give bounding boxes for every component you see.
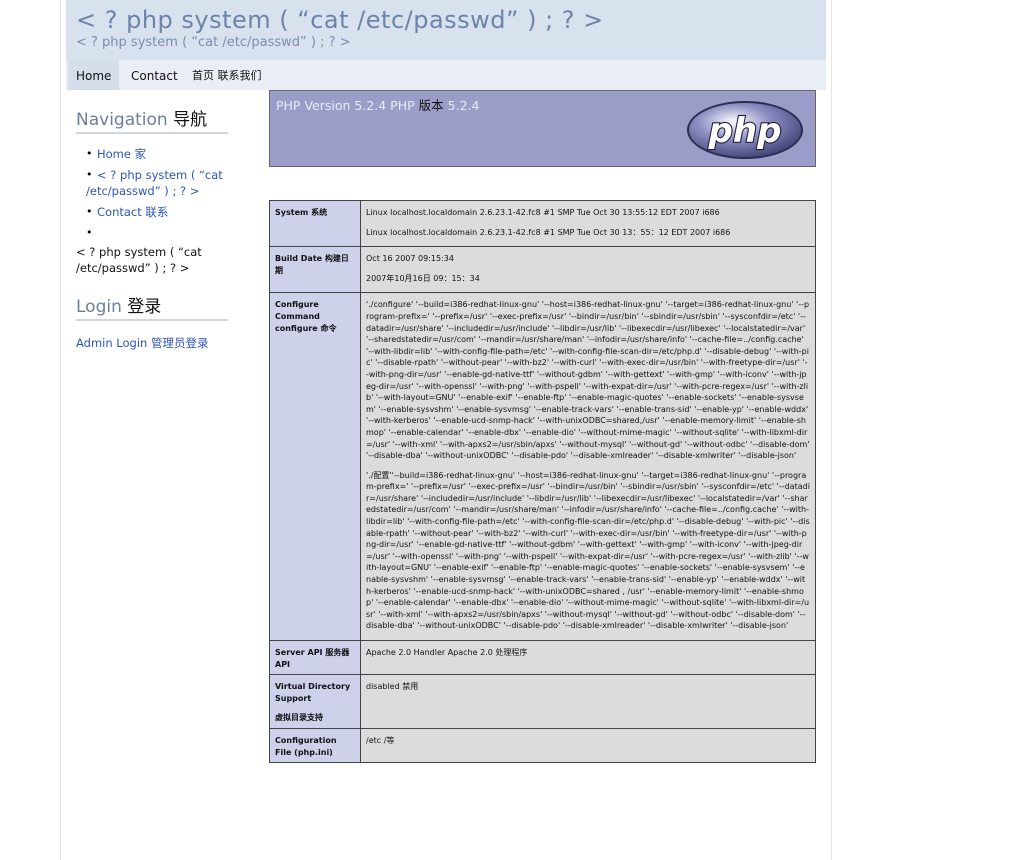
- info-key: Server API 服务器 API: [275, 648, 350, 669]
- info-value-cell: /etc /等: [360, 727, 816, 764]
- site-title: < ? php system ( “cat /etc/passwd” ) ; ?…: [76, 6, 604, 34]
- sidebar-nav-list: • Home 家 • < ? php system ( “cat /etc/pa…: [76, 146, 228, 239]
- site-header: < ? php system ( “cat /etc/passwd” ) ; ?…: [66, 0, 826, 60]
- info-key-cell: System 系统: [269, 199, 361, 248]
- info-row: Virtual Directory Support 虚拟目录支持 disabled …: [269, 674, 816, 729]
- info-value-cell: Apache 2.0 Handler Apache 2.0 处理程序: [360, 639, 816, 676]
- sidebar-item-label[interactable]: Contact 联系: [97, 205, 168, 219]
- sidebar-item-contact[interactable]: • Contact 联系: [76, 204, 228, 220]
- info-key-cell: Server API 服务器 API: [269, 639, 361, 676]
- info-row: Build Date 构建日期 Oct 16 2007 09:15:34 2007年…: [269, 246, 816, 294]
- info-key: Configuration File (php.ini): [275, 735, 337, 757]
- info-key: Build Date 构建日期: [275, 254, 349, 275]
- admin-login-link[interactable]: Admin Login 管理员登录: [76, 335, 228, 351]
- php-version-number: 5.2.4: [447, 98, 480, 113]
- info-value-cell: Linux localhost.localdomain 2.6.23.1-42.…: [360, 199, 816, 248]
- nav-extra-text[interactable]: 首页 联系我们: [192, 60, 262, 90]
- info-row: Configure Command configure 命令 './configu…: [269, 292, 816, 641]
- info-key-cell: Build Date 构建日期: [269, 246, 361, 294]
- php-logo-icon: php: [687, 101, 803, 159]
- sidebar-item-empty: •: [76, 225, 228, 239]
- login-heading-text: Login: [76, 297, 122, 317]
- info-key-sub: 虚拟目录支持: [275, 713, 323, 723]
- info-key: Virtual Directory Support: [275, 682, 351, 703]
- navigation-heading: Navigation 导航: [76, 105, 228, 134]
- bullet-icon: •: [86, 226, 93, 239]
- info-value: disabled 禁用: [366, 682, 419, 692]
- info-key-cell: Virtual Directory Support 虚拟目录支持: [269, 674, 361, 729]
- sidebar-item-label[interactable]: < ? php system ( “cat /etc/passwd” ) ; ?…: [86, 168, 223, 198]
- info-key: Configure Command configure 命令: [275, 300, 337, 333]
- info-value-cell: './configure' '--build=i386-redhat-linux…: [360, 292, 816, 641]
- info-key-cell: Configuration File (php.ini): [269, 727, 361, 764]
- info-value: Apache 2.0 Handler Apache 2.0 处理程序: [366, 648, 528, 657]
- php-version-text: PHP Version 5.2.4 PHP 版本 5.2.4: [276, 95, 479, 114]
- info-value: Oct 16 2007 09:15:34: [366, 254, 454, 264]
- info-value: './configure' '--build=i386-redhat-linux…: [366, 300, 810, 461]
- info-value: 2007年10月16日 09：15：34: [366, 273, 480, 283]
- info-value: Linux localhost.localdomain 2.6.23.1-42.…: [366, 227, 731, 237]
- php-logo-text: php: [708, 111, 782, 151]
- info-value: /etc /等: [366, 735, 395, 745]
- sidebar-item-home[interactable]: • Home 家: [76, 146, 228, 162]
- info-key: System 系统: [275, 208, 328, 217]
- info-value-cell: disabled 禁用: [360, 674, 816, 729]
- navigation-heading-cjk: 导航: [173, 110, 208, 130]
- login-heading: Login 登录: [76, 292, 228, 321]
- info-value: Linux localhost.localdomain 2.6.23.1-42.…: [366, 208, 720, 217]
- info-key-cell: Configure Command configure 命令: [269, 292, 361, 641]
- navigation-heading-text: Navigation: [76, 110, 168, 130]
- php-version-cjk: 版本: [418, 98, 444, 113]
- nav-home-link[interactable]: Home: [68, 60, 120, 90]
- info-row: Configuration File (php.ini) /etc /等: [269, 727, 816, 764]
- php-version-banner: PHP Version 5.2.4 PHP 版本 5.2.4 php: [269, 90, 816, 167]
- info-row: System 系统 Linux localhost.localdomain 2.6…: [269, 199, 816, 248]
- sidebar: Navigation 导航 • Home 家 • < ? php system …: [76, 105, 228, 351]
- sidebar-item-label[interactable]: Home 家: [97, 147, 146, 161]
- nav-contact-link[interactable]: Contact: [131, 60, 178, 90]
- site-subtitle: < ? php system ( “cat /etc/passwd” ) ; ?…: [76, 35, 351, 50]
- bullet-icon: •: [86, 147, 93, 160]
- sidebar-item-php[interactable]: • < ? php system ( “cat /etc/passwd” ) ;…: [76, 167, 228, 199]
- top-navigation: Home Contact 首页 联系我们: [66, 60, 826, 90]
- login-heading-cjk: 登录: [127, 297, 162, 317]
- info-value: './配置''--build=i386-redhat-linux-gnu' '-…: [366, 470, 810, 631]
- sidebar-extra-text: < ? php system ( “cat /etc/passwd” ) ; ?…: [76, 245, 202, 275]
- php-version-label: PHP Version 5.2.4 PHP: [276, 98, 415, 113]
- info-row: Server API 服务器 API Apache 2.0 Handler Apa…: [269, 639, 816, 676]
- bullet-icon: •: [86, 168, 93, 181]
- bullet-icon: •: [86, 205, 93, 218]
- info-value-cell: Oct 16 2007 09:15:34 2007年10月16日 09：15：34: [360, 246, 816, 294]
- php-info-table: System 系统 Linux localhost.localdomain 2.6…: [269, 199, 816, 764]
